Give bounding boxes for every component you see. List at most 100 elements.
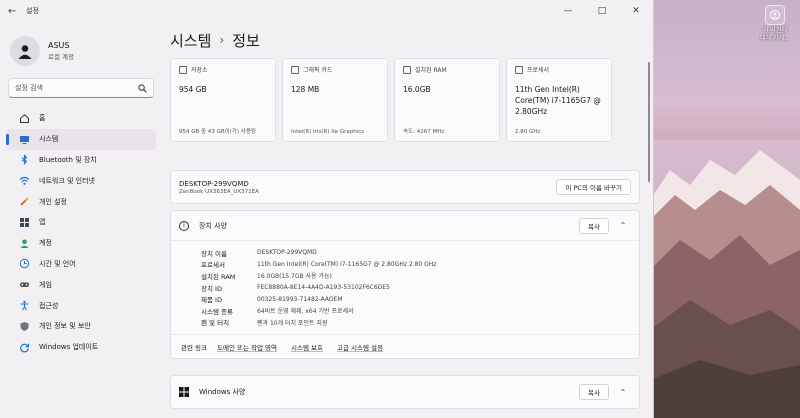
card-storage[interactable]: 저장소 954 GB 954 GB 중 43 GB이(가) 사용됨 [170,58,276,142]
card-label: 저장소 [191,67,208,74]
rename-pc-button[interactable]: 이 PC의 이름 바꾸기 [556,179,631,195]
related-links: 관련 링크 도메인 또는 작업 영역 시스템 보호 고급 시스템 설정 [171,334,639,358]
sidebar-item-label: Windows 업데이트 [39,343,99,352]
spec-value: 00325-81993-71482-AAOEM [257,295,343,303]
close-button[interactable]: ✕ [619,0,653,22]
link-domain-workgroup[interactable]: 도메인 또는 작업 영역 [217,342,277,352]
link-advanced-system-settings[interactable]: 고급 시스템 설정 [337,342,383,352]
app-title: 설정 [26,7,39,15]
search-icon [138,83,147,93]
camera-icon [765,5,785,25]
spec-value: FEC8880A-8E14-4A4D-A193-53102F6C6DE5 [257,284,390,292]
sidebar-item-label: 개인 정보 및 보안 [39,322,91,331]
chevron-up-icon[interactable]: ⌃ [615,221,631,230]
sidebar-item-home[interactable]: 홈 [6,108,156,129]
avatar [10,36,40,66]
window-controls: — □ ✕ [551,0,653,22]
spec-key: 장치 ID [201,284,222,293]
spec-value: 64비트 운영 체제, x64 기반 프로세서 [257,308,354,316]
windows-specs-title: Windows 사양 [199,388,246,397]
apps-icon [18,216,30,228]
sidebar-item-label: 앱 [39,218,46,227]
sidebar-item-personalization[interactable]: 개인 설정 [6,191,156,212]
sidebar-item-apps[interactable]: 앱 [6,212,156,233]
card-graphics[interactable]: 그래픽 카드 128 MB Intel(R) Iris(R) Xe Graphi… [282,58,388,142]
sidebar-item-accounts[interactable]: 계정 [6,233,156,254]
card-processor[interactable]: 프로세서 11th Gen Intel(R) Core(TM) i7-1165G… [506,58,612,142]
spec-value: 펜과 10개 터치 포인트 지원 [257,319,328,327]
spec-key: 시스템 종류 [201,307,233,316]
sidebar-item-system[interactable]: 시스템 [6,128,156,150]
device-specs-header[interactable]: i 장치 사양 복사 ⌃ [171,211,639,241]
spec-cards: 저장소 954 GB 954 GB 중 43 GB이(가) 사용됨 그래픽 카드… [170,58,640,142]
profile-name: ASUS [48,41,70,50]
sidebar-item-time-language[interactable]: 시간 및 언어 [6,254,156,275]
scrollbar[interactable] [648,62,650,182]
spec-key: 펜 및 터치 [201,319,230,328]
sidebar-item-label: 시간 및 언어 [39,259,76,268]
card-value: 128 MB [291,85,320,94]
accessibility-icon [18,300,30,312]
spec-row: 시스템 종류 64비트 운영 체제, x64 기반 프로세서 [201,305,639,317]
card-value: 16.0GB [403,85,431,94]
card-label: 프로세서 [527,67,550,74]
card-label: 설치된 RAM [415,67,447,74]
title-bar: ← 설정 — □ ✕ [0,0,653,22]
card-value: 11th Gen Intel(R) Core(TM) i7-1165G7 @ 2… [515,85,601,116]
sidebar-item-label: 홈 [39,114,46,123]
windows-logo-icon [179,387,189,398]
spec-value: 11th Gen Intel(R) Core(TM) i7-1165G7 @ 2… [257,260,437,268]
sidebar: ASUS 로컬 계정 설정 검색 홈 시스템 Bluetooth 및 장치 네트… [0,22,162,418]
settings-window: ← 설정 — □ ✕ ASUS 로컬 계정 설정 검색 홈 시스템 Blueto… [0,0,654,418]
sidebar-item-label: 시스템 [39,135,59,144]
desktop-icon-label-1: 이 사진에 [763,27,787,34]
sidebar-item-label: 네트워크 및 인터넷 [39,176,95,185]
card-foot: 2.80 GHz [515,129,541,135]
sidebar-item-accessibility[interactable]: 접근성 [6,295,156,316]
main-content: 시스템 › 정보 저장소 954 GB 954 GB 중 43 GB이(가) 사… [170,22,640,418]
device-spec-rows: 장치 이름 DESKTOP-299VQMD 프로세서 11th Gen Intel(… [171,241,639,334]
card-label: 그래픽 카드 [303,67,333,74]
cpu-icon [515,65,523,74]
spec-row: 프로세서 11th Gen Intel(R) Core(TM) i7-1165G7… [201,259,639,271]
copy-device-specs-button[interactable]: 복사 [579,217,609,234]
globe-clock-icon [18,258,30,270]
sidebar-item-label: 게임 [39,280,52,289]
link-system-protection[interactable]: 시스템 보호 [291,342,323,352]
mountain-image [650,140,800,418]
wifi-icon [18,175,30,187]
sidebar-item-bluetooth[interactable]: Bluetooth 및 장치 [6,150,156,171]
spec-row: 장치 이름 DESKTOP-299VQMD [201,247,639,259]
desktop-spotlight-icon[interactable]: 이 사진에 대해 자세... [755,2,795,43]
card-foot: 속도: 4267 MHz [403,129,445,135]
copy-windows-specs-button[interactable]: 복사 [579,384,609,401]
gpu-icon [291,65,299,74]
spec-value: DESKTOP-299VQMD [257,249,317,257]
bluetooth-icon [18,154,30,166]
windows-specs-panel[interactable]: Windows 사양 복사 ⌃ [170,375,640,410]
profile[interactable]: ASUS 로컬 계정 [0,22,162,70]
spec-row: 설치된 RAM 16.0GB(15.7GB 사용 가능) [201,270,639,282]
sidebar-item-privacy[interactable]: 개인 정보 및 보안 [6,316,156,337]
shield-icon [18,320,30,332]
breadcrumb: 시스템 › 정보 [170,22,640,58]
breadcrumb-parent[interactable]: 시스템 [170,30,211,51]
sidebar-item-label: 계정 [39,239,52,248]
search-input[interactable]: 설정 검색 [8,78,154,98]
page-title: 정보 [232,31,260,50]
device-specs-title: 장치 사양 [199,221,227,230]
desktop-icon-label-2: 대해 자세... [760,35,790,42]
back-arrow-icon[interactable]: ← [8,6,24,17]
spec-key: 제품 ID [201,296,222,305]
sidebar-item-windows-update[interactable]: Windows 업데이트 [6,337,156,358]
maximize-button[interactable]: □ [585,0,619,22]
ram-icon [403,65,411,74]
minimize-button[interactable]: — [551,0,585,22]
home-icon [18,112,30,124]
sidebar-item-network[interactable]: 네트워크 및 인터넷 [6,170,156,191]
sidebar-item-gaming[interactable]: 게임 [6,274,156,295]
person-icon [18,237,30,249]
chevron-up-icon[interactable]: ⌃ [615,388,631,397]
profile-account-type: 로컬 계정 [48,53,74,61]
card-ram[interactable]: 설치된 RAM 16.0GB 속도: 4267 MHz [394,58,500,142]
